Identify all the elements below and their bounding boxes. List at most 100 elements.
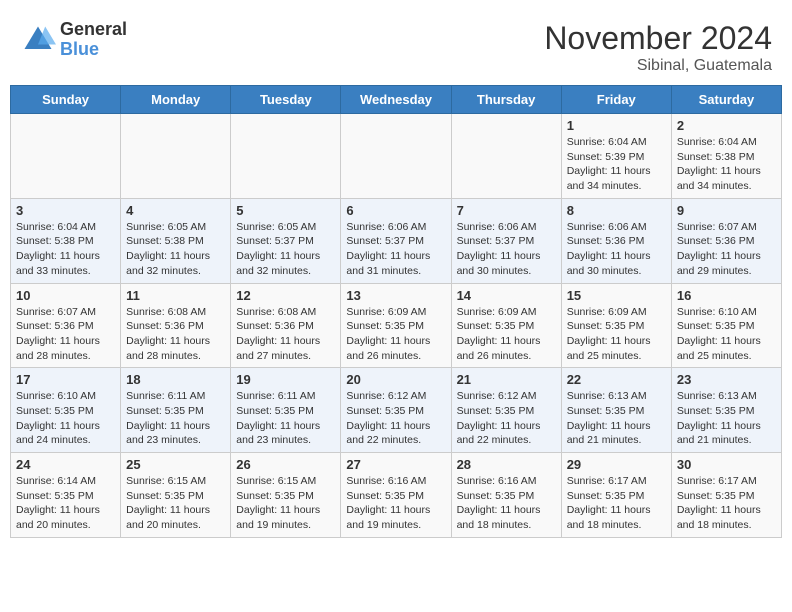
day-number: 26	[236, 457, 335, 472]
logo: General Blue	[20, 20, 127, 60]
day-number: 30	[677, 457, 776, 472]
day-number: 20	[346, 372, 445, 387]
day-number: 12	[236, 288, 335, 303]
calendar-cell	[121, 114, 231, 199]
calendar-cell	[231, 114, 341, 199]
location-label: Sibinal, Guatemala	[544, 57, 772, 75]
title-block: November 2024 Sibinal, Guatemala	[544, 20, 772, 75]
calendar-cell: 25 Sunrise: 6:15 AMSunset: 5:35 PMDayligh…	[121, 453, 231, 538]
weekday-header-tuesday: Tuesday	[231, 86, 341, 114]
day-info: Sunrise: 6:14 AMSunset: 5:35 PMDaylight:…	[16, 474, 115, 533]
day-info: Sunrise: 6:16 AMSunset: 5:35 PMDaylight:…	[346, 474, 445, 533]
calendar-cell: 11Sunrise: 6:08 AMSunset: 5:36 PMDayligh…	[121, 283, 231, 368]
day-number: 8	[567, 203, 666, 218]
calendar-week-row: 24 Sunrise: 6:14 AMSunset: 5:35 PMDayligh…	[11, 453, 782, 538]
calendar-cell: 19Sunrise: 6:11 AMSunset: 5:35 PMDayligh…	[231, 368, 341, 453]
day-info: Sunrise: 6:11 AMSunset: 5:35 PMDaylight:…	[126, 389, 225, 448]
day-number: 9	[677, 203, 776, 218]
day-info: Sunrise: 6:11 AMSunset: 5:35 PMDaylight:…	[236, 389, 335, 448]
logo-general-text: General	[60, 20, 127, 40]
day-number: 28	[457, 457, 556, 472]
day-number: 21	[457, 372, 556, 387]
day-info: Sunrise: 6:13 AMSunset: 5:35 PMDaylight:…	[677, 389, 776, 448]
day-number: 15	[567, 288, 666, 303]
day-number: 24	[16, 457, 115, 472]
weekday-header-saturday: Saturday	[671, 86, 781, 114]
day-info: Sunrise: 6:05 AMSunset: 5:37 PMDaylight:…	[236, 220, 335, 279]
day-info: Sunrise: 6:12 AMSunset: 5:35 PMDaylight:…	[457, 389, 556, 448]
calendar-cell: 29Sunrise: 6:17 AMSunset: 5:35 PMDayligh…	[561, 453, 671, 538]
day-info: Sunrise: 6:04 AMSunset: 5:39 PMDaylight:…	[567, 135, 666, 194]
calendar-cell: 7Sunrise: 6:06 AMSunset: 5:37 PMDaylight…	[451, 198, 561, 283]
day-info: Sunrise: 6:06 AMSunset: 5:36 PMDaylight:…	[567, 220, 666, 279]
day-number: 1	[567, 118, 666, 133]
calendar-table: SundayMondayTuesdayWednesdayThursdayFrid…	[10, 85, 782, 538]
calendar-cell: 22Sunrise: 6:13 AMSunset: 5:35 PMDayligh…	[561, 368, 671, 453]
weekday-header-monday: Monday	[121, 86, 231, 114]
day-info: Sunrise: 6:06 AMSunset: 5:37 PMDaylight:…	[457, 220, 556, 279]
day-info: Sunrise: 6:07 AMSunset: 5:36 PMDaylight:…	[16, 305, 115, 364]
day-info: Sunrise: 6:15 AMSunset: 5:35 PMDaylight:…	[126, 474, 225, 533]
calendar-week-row: 10 Sunrise: 6:07 AMSunset: 5:36 PMDayligh…	[11, 283, 782, 368]
day-number: 10	[16, 288, 115, 303]
day-number: 2	[677, 118, 776, 133]
calendar-cell: 28 Sunrise: 6:16 AMSunset: 5:35 PMDayligh…	[451, 453, 561, 538]
calendar-cell: 30 Sunrise: 6:17 AMSunset: 5:35 PMDayligh…	[671, 453, 781, 538]
calendar-cell: 9 Sunrise: 6:07 AMSunset: 5:36 PMDaylight…	[671, 198, 781, 283]
logo-blue-text: Blue	[60, 40, 127, 60]
day-info: Sunrise: 6:09 AMSunset: 5:35 PMDaylight:…	[567, 305, 666, 364]
day-info: Sunrise: 6:17 AMSunset: 5:35 PMDaylight:…	[677, 474, 776, 533]
calendar-cell: 12Sunrise: 6:08 AMSunset: 5:36 PMDayligh…	[231, 283, 341, 368]
calendar-cell	[11, 114, 121, 199]
weekday-header-row: SundayMondayTuesdayWednesdayThursdayFrid…	[11, 86, 782, 114]
day-info: Sunrise: 6:05 AMSunset: 5:38 PMDaylight:…	[126, 220, 225, 279]
calendar-cell: 14 Sunrise: 6:09 AMSunset: 5:35 PMDayligh…	[451, 283, 561, 368]
calendar-cell: 1 Sunrise: 6:04 AMSunset: 5:39 PMDaylight…	[561, 114, 671, 199]
day-number: 5	[236, 203, 335, 218]
calendar-cell: 20 Sunrise: 6:12 AMSunset: 5:35 PMDayligh…	[341, 368, 451, 453]
day-number: 16	[677, 288, 776, 303]
calendar-cell: 10 Sunrise: 6:07 AMSunset: 5:36 PMDayligh…	[11, 283, 121, 368]
calendar-week-row: 17Sunrise: 6:10 AMSunset: 5:35 PMDayligh…	[11, 368, 782, 453]
calendar-cell: 6Sunrise: 6:06 AMSunset: 5:37 PMDaylight…	[341, 198, 451, 283]
logo-icon	[20, 22, 56, 58]
calendar-cell: 18Sunrise: 6:11 AMSunset: 5:35 PMDayligh…	[121, 368, 231, 453]
page-header: General Blue November 2024 Sibinal, Guat…	[10, 10, 782, 80]
logo-text: General Blue	[60, 20, 127, 60]
day-number: 23	[677, 372, 776, 387]
month-title: November 2024	[544, 20, 772, 57]
day-info: Sunrise: 6:15 AMSunset: 5:35 PMDaylight:…	[236, 474, 335, 533]
day-info: Sunrise: 6:07 AMSunset: 5:36 PMDaylight:…	[677, 220, 776, 279]
day-info: Sunrise: 6:12 AMSunset: 5:35 PMDaylight:…	[346, 389, 445, 448]
calendar-cell: 21 Sunrise: 6:12 AMSunset: 5:35 PMDayligh…	[451, 368, 561, 453]
day-number: 14	[457, 288, 556, 303]
calendar-cell: 23 Sunrise: 6:13 AMSunset: 5:35 PMDayligh…	[671, 368, 781, 453]
weekday-header-wednesday: Wednesday	[341, 86, 451, 114]
day-info: Sunrise: 6:04 AMSunset: 5:38 PMDaylight:…	[16, 220, 115, 279]
day-number: 4	[126, 203, 225, 218]
day-info: Sunrise: 6:10 AMSunset: 5:35 PMDaylight:…	[16, 389, 115, 448]
calendar-week-row: 1 Sunrise: 6:04 AMSunset: 5:39 PMDaylight…	[11, 114, 782, 199]
day-number: 27	[346, 457, 445, 472]
calendar-cell: 15 Sunrise: 6:09 AMSunset: 5:35 PMDayligh…	[561, 283, 671, 368]
calendar-cell: 5 Sunrise: 6:05 AMSunset: 5:37 PMDaylight…	[231, 198, 341, 283]
calendar-cell: 16 Sunrise: 6:10 AMSunset: 5:35 PMDayligh…	[671, 283, 781, 368]
weekday-header-sunday: Sunday	[11, 86, 121, 114]
day-number: 13	[346, 288, 445, 303]
calendar-cell: 17Sunrise: 6:10 AMSunset: 5:35 PMDayligh…	[11, 368, 121, 453]
calendar-cell: 24 Sunrise: 6:14 AMSunset: 5:35 PMDayligh…	[11, 453, 121, 538]
day-number: 3	[16, 203, 115, 218]
calendar-week-row: 3 Sunrise: 6:04 AMSunset: 5:38 PMDaylight…	[11, 198, 782, 283]
calendar-cell: 4 Sunrise: 6:05 AMSunset: 5:38 PMDaylight…	[121, 198, 231, 283]
day-info: Sunrise: 6:16 AMSunset: 5:35 PMDaylight:…	[457, 474, 556, 533]
day-info: Sunrise: 6:04 AMSunset: 5:38 PMDaylight:…	[677, 135, 776, 194]
day-info: Sunrise: 6:10 AMSunset: 5:35 PMDaylight:…	[677, 305, 776, 364]
day-info: Sunrise: 6:17 AMSunset: 5:35 PMDaylight:…	[567, 474, 666, 533]
calendar-cell	[341, 114, 451, 199]
day-number: 25	[126, 457, 225, 472]
day-info: Sunrise: 6:09 AMSunset: 5:35 PMDaylight:…	[457, 305, 556, 364]
day-number: 11	[126, 288, 225, 303]
calendar-cell: 13Sunrise: 6:09 AMSunset: 5:35 PMDayligh…	[341, 283, 451, 368]
weekday-header-friday: Friday	[561, 86, 671, 114]
weekday-header-thursday: Thursday	[451, 86, 561, 114]
